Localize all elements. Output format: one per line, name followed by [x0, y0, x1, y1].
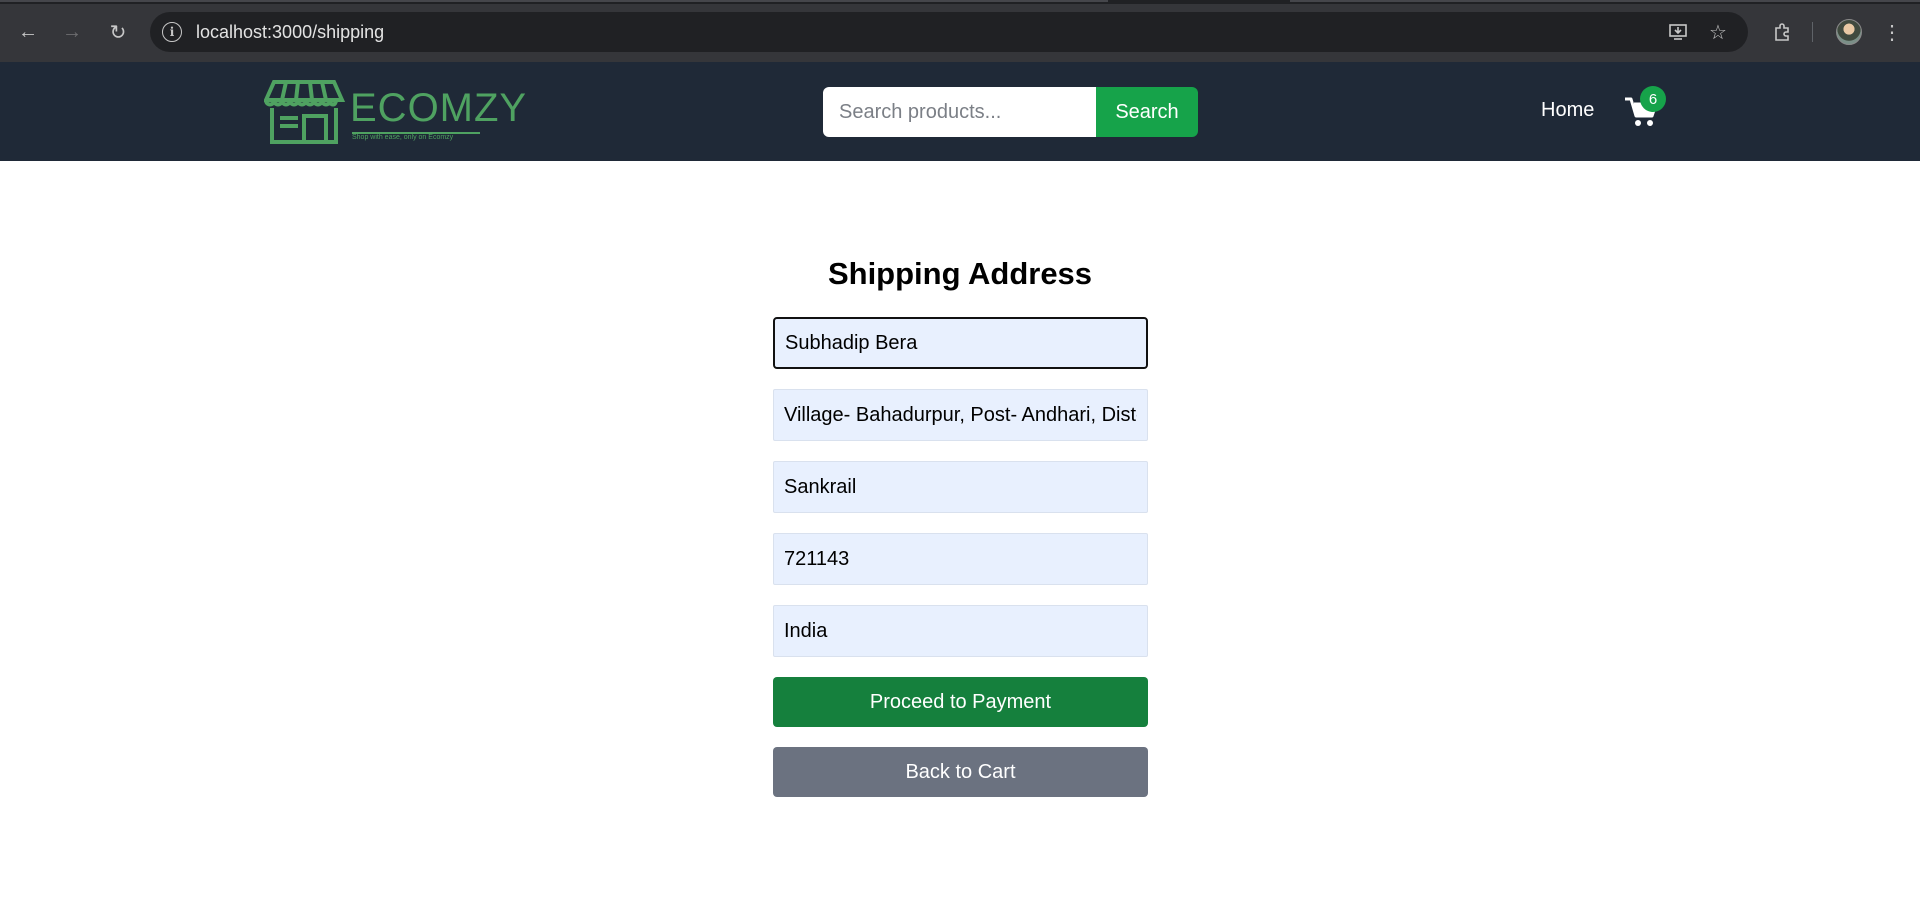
city-field[interactable]: [773, 461, 1148, 513]
logo-wordmark: ECOMZY: [350, 86, 528, 130]
address-bar-url[interactable]: localhost:3000/shipping: [196, 22, 384, 43]
extensions-icon[interactable]: [1768, 18, 1796, 46]
back-to-cart-button[interactable]: Back to Cart: [773, 747, 1148, 797]
country-field[interactable]: [773, 605, 1148, 657]
menu-kebab-icon[interactable]: ⋮: [1878, 18, 1906, 46]
proceed-to-payment-button[interactable]: Proceed to Payment: [773, 677, 1148, 727]
page-title: Shipping Address: [827, 256, 1093, 291]
reload-icon[interactable]: ↻: [104, 18, 132, 46]
back-icon[interactable]: ←: [14, 18, 42, 46]
profile-avatar[interactable]: [1836, 19, 1862, 45]
bookmark-star-icon[interactable]: ☆: [1706, 20, 1730, 44]
toolbar-separator: [1812, 22, 1813, 42]
search-input[interactable]: [823, 87, 1096, 137]
tab-edge: [0, 0, 1108, 2]
browser-chrome: ← → ↻ i localhost:3000/shipping ☆ ⋮: [0, 0, 1920, 62]
forward-icon[interactable]: →: [58, 18, 86, 46]
nav-home-link[interactable]: Home: [1541, 99, 1594, 122]
tab-strip: [0, 0, 1920, 4]
tab-edge: [1290, 0, 1920, 2]
search-bar: Search: [823, 87, 1198, 137]
logo-tagline: Shop with ease, only on Ecomzy: [352, 134, 454, 141]
cart-count-badge: 6: [1640, 86, 1666, 112]
full-name-field[interactable]: [773, 317, 1148, 369]
install-app-icon[interactable]: [1666, 20, 1690, 44]
store-icon: [264, 80, 346, 144]
search-button[interactable]: Search: [1096, 87, 1198, 137]
address-bar[interactable]: i localhost:3000/shipping ☆: [150, 12, 1748, 52]
site-logo[interactable]: ECOMZY Shop with ease, only on Ecomzy: [264, 78, 526, 148]
postal-code-field[interactable]: [773, 533, 1148, 585]
address-field[interactable]: [773, 389, 1148, 441]
site-info-icon[interactable]: i: [162, 22, 182, 42]
